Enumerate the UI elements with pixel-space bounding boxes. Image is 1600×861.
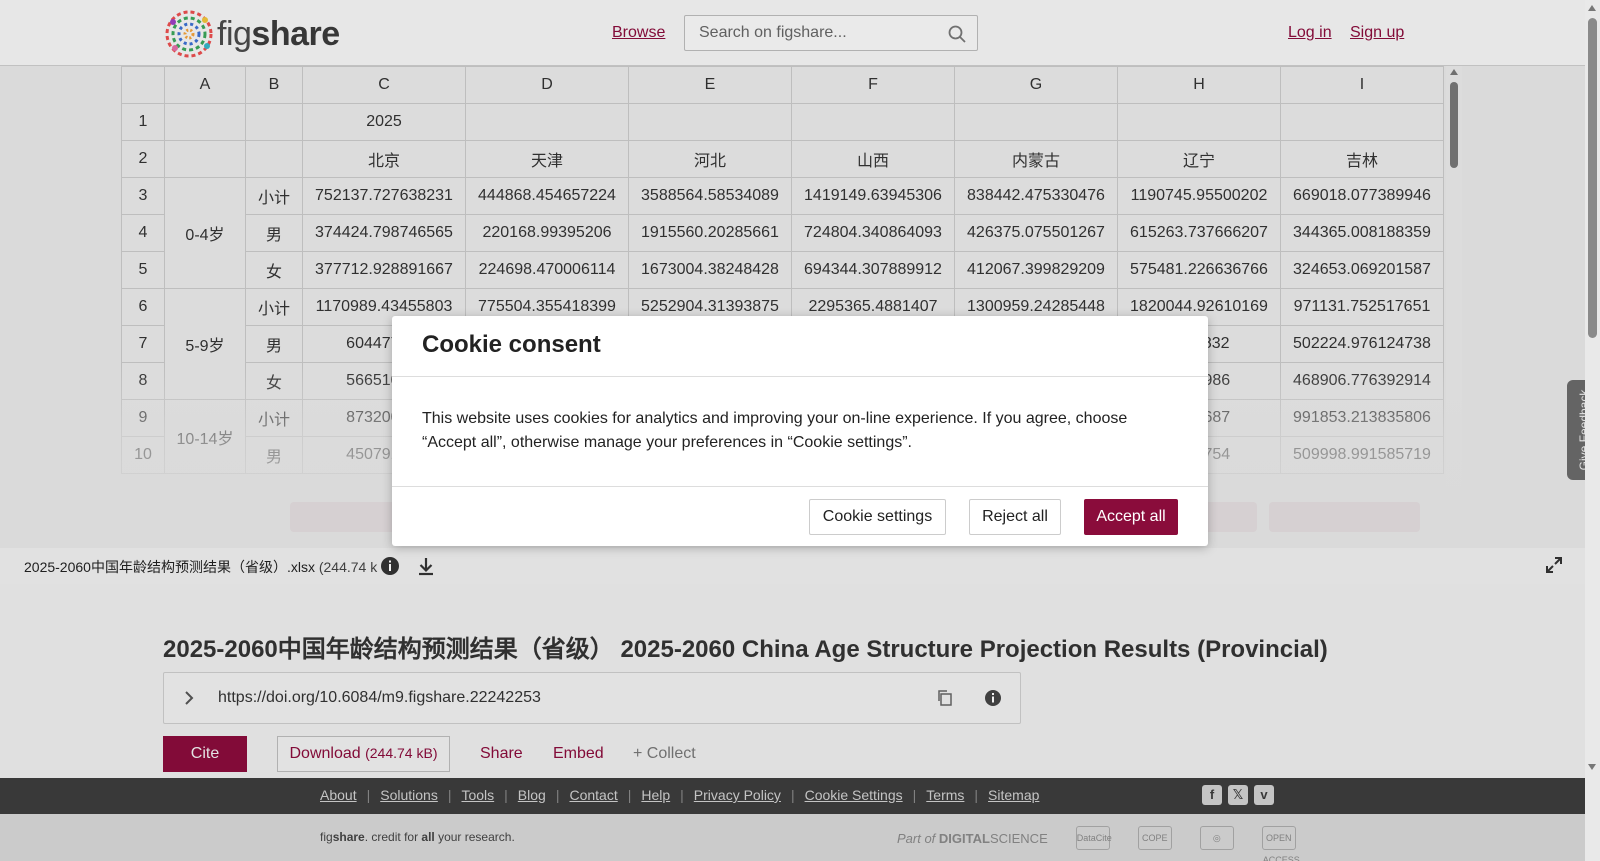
accept-all-button[interactable]: Accept all xyxy=(1084,499,1178,535)
reject-all-button[interactable]: Reject all xyxy=(969,499,1061,535)
modal-body: This website uses cookies for analytics … xyxy=(392,377,1208,487)
page-scroll-thumb[interactable] xyxy=(1588,18,1597,338)
scroll-up-arrow-icon[interactable] xyxy=(1588,5,1596,11)
page-scrollbar[interactable] xyxy=(1585,0,1600,861)
cookie-consent-dialog: Cookie consent This website uses cookies… xyxy=(392,316,1208,546)
cookie-message: This website uses cookies for analytics … xyxy=(422,410,1128,451)
modal-title: Cookie consent xyxy=(422,331,601,358)
modal-footer: Cookie settings Reject all Accept all xyxy=(392,487,1208,545)
scroll-down-arrow-icon[interactable] xyxy=(1588,764,1596,770)
cookie-settings-button[interactable]: Cookie settings xyxy=(809,499,946,535)
modal-header: Cookie consent xyxy=(392,316,1208,377)
